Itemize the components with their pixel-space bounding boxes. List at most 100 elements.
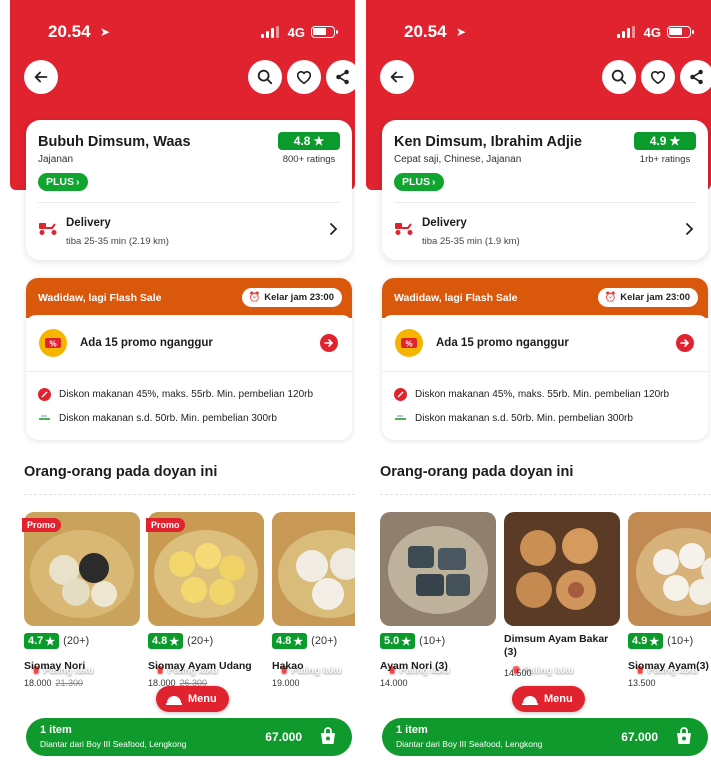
promo-line-2: Diskon makanan s.d. 50rb. Min. pembelian… bbox=[38, 412, 277, 425]
status-time: 20.54 bbox=[48, 22, 91, 41]
restaurant-categories: Cepat saji, Chinese, Jajanan bbox=[394, 154, 522, 165]
restaurant-info-card: Ken Dimsum, Ibrahim Adjie Cepat saji, Ch… bbox=[382, 120, 708, 260]
promo-summary-row[interactable]: % Ada 15 promo nganggur bbox=[26, 315, 352, 372]
food-rating-value: 4.9 bbox=[632, 635, 648, 647]
food-rating-value: 4.8 bbox=[276, 635, 292, 647]
food-card[interactable]: ♛ Paling laku 4.9 ★ (10+) Siomay Ayam(3) 13… bbox=[628, 512, 711, 688]
promo-card: Wadidaw, lagi Flash Sale ⏰ Kelar jam 23:0… bbox=[382, 278, 708, 440]
promo-line-2-text: Diskon makanan s.d. 50rb. Min. pembelian… bbox=[59, 413, 277, 424]
cart-item-count: 1 item bbox=[396, 724, 428, 736]
food-price: 13.500 bbox=[628, 678, 656, 688]
food-rating-value: 4.8 bbox=[152, 635, 168, 647]
restaurant-name: Bubuh Dimsum, Waas bbox=[38, 134, 191, 150]
back-button[interactable] bbox=[380, 60, 414, 94]
heart-icon bbox=[650, 71, 666, 85]
cart-bar[interactable]: 1 item Diantar dari Boy III Seafood, Len… bbox=[26, 718, 352, 756]
restaurant-info-card: Bubuh Dimsum, Waas Jajanan PLUS › 4.8 ★ 8… bbox=[26, 120, 352, 260]
rating-value: 4.9 bbox=[649, 134, 667, 148]
battery-icon bbox=[311, 26, 338, 38]
promo-tag: Promo bbox=[22, 518, 61, 532]
food-name: Ayam Nori (3) bbox=[380, 660, 448, 672]
search-icon bbox=[611, 69, 627, 85]
menu-button-label: Menu bbox=[188, 693, 217, 705]
food-rating: 4.8 ★ (20+) bbox=[148, 633, 213, 649]
food-name: Hakao bbox=[272, 660, 304, 672]
food-card[interactable]: Promo ♛ Paling laku 4.7 ★ (20+) Siomay Nori… bbox=[22, 512, 140, 688]
food-card[interactable]: ♛ Paling laku 4.8 ★ (20+) Hakao 19.000 bbox=[272, 512, 355, 688]
status-time: 20.54 bbox=[404, 22, 447, 41]
flash-sale-label: Wadidaw, lagi Flash Sale bbox=[394, 292, 518, 304]
food-rating-count: (10+) bbox=[419, 635, 446, 647]
location-arrow-icon: ➤ bbox=[100, 25, 111, 39]
discount-badge-icon: % bbox=[39, 329, 67, 357]
heart-icon bbox=[296, 71, 312, 85]
star-icon: ★ bbox=[293, 635, 304, 648]
promo-line-1-text: Diskon makanan 45%, maks. 55rb. Min. pem… bbox=[59, 389, 314, 400]
cart-bar[interactable]: 1 item Diantar dari Boy III Seafood, Len… bbox=[382, 718, 708, 756]
promo-headline: Ada 15 promo nganggur bbox=[436, 337, 569, 349]
food-price: 18.000 21.300 bbox=[24, 678, 83, 688]
food-rating: 4.9 ★ (10+) bbox=[628, 633, 693, 649]
flash-sale-timer: ⏰ Kelar jam 23:00 bbox=[242, 288, 342, 307]
status-bar: 20.54 ➤ 4G bbox=[404, 22, 697, 44]
percent-icon bbox=[38, 388, 51, 401]
food-card[interactable]: ♛ Paling laku Dimsum Ayam Bakar (3) 14.50… bbox=[504, 512, 620, 682]
favorite-button[interactable] bbox=[641, 60, 675, 94]
arrow-right-icon bbox=[676, 334, 694, 352]
promo-card: Wadidaw, lagi Flash Sale ⏰ Kelar jam 23:0… bbox=[26, 278, 352, 440]
food-image bbox=[628, 512, 711, 626]
star-icon: ★ bbox=[401, 635, 412, 648]
signal-icon bbox=[617, 26, 635, 38]
plus-badge[interactable]: PLUS › bbox=[394, 173, 444, 191]
share-button[interactable] bbox=[680, 60, 711, 94]
chevron-right-icon: › bbox=[432, 176, 436, 188]
search-button[interactable] bbox=[602, 60, 636, 94]
back-button[interactable] bbox=[24, 60, 58, 94]
food-card[interactable]: Promo ♛ Paling laku 4.8 ★ (20+) Siomay Ayam… bbox=[146, 512, 264, 688]
timer-icon: ⏰ bbox=[604, 292, 617, 303]
rating-count: 1rb+ ratings bbox=[639, 154, 691, 165]
menu-button[interactable]: Menu bbox=[512, 686, 585, 712]
search-icon bbox=[257, 69, 273, 85]
delivery-title: Delivery bbox=[66, 217, 111, 229]
restaurant-rating: 4.9 ★ 1rb+ ratings bbox=[634, 132, 696, 165]
promo-tag: Promo bbox=[146, 518, 185, 532]
food-rating-value: 5.0 bbox=[384, 635, 400, 647]
battery-icon bbox=[667, 26, 694, 38]
price-current: 14.000 bbox=[380, 678, 408, 688]
search-button[interactable] bbox=[248, 60, 282, 94]
cart-origin: Diantar dari Boy III Seafood, Lengkong bbox=[40, 739, 187, 749]
flash-sale-timer: ⏰ Kelar jam 23:00 bbox=[598, 288, 698, 307]
menu-button[interactable]: Menu bbox=[156, 686, 229, 712]
arrow-left-icon bbox=[390, 71, 404, 83]
share-icon bbox=[336, 69, 349, 85]
favorite-button[interactable] bbox=[287, 60, 321, 94]
food-name: Siomay Ayam(3) bbox=[628, 660, 709, 672]
promo-line-2-text: Diskon makanan s.d. 50rb. Min. pembelian… bbox=[415, 413, 633, 424]
chevron-right-icon bbox=[330, 223, 338, 235]
price-current: 19.000 bbox=[272, 678, 300, 688]
promo-line-1: Diskon makanan 45%, maks. 55rb. Min. pem… bbox=[38, 388, 313, 401]
food-rating: 4.7 ★ (20+) bbox=[24, 633, 89, 649]
food-price: 19.000 bbox=[272, 678, 300, 688]
percent-icon bbox=[394, 388, 407, 401]
food-card[interactable]: ♛ Paling laku 5.0 ★ (10+) Ayam Nori (3) 14.… bbox=[380, 512, 496, 688]
food-rating-count: (10+) bbox=[667, 635, 694, 647]
restaurant-name: Ken Dimsum, Ibrahim Adjie bbox=[394, 134, 582, 150]
network-type: 4G bbox=[287, 25, 305, 40]
plus-label: PLUS bbox=[402, 176, 431, 188]
divider bbox=[394, 202, 696, 203]
promo-line-2: Diskon makanan s.d. 50rb. Min. pembelian… bbox=[394, 412, 633, 425]
promo-headline: Ada 15 promo nganggur bbox=[80, 337, 213, 349]
restaurant-screen-right: 20.54 ➤ 4G Ken Dimsum, Ibrahim Adjie Cep… bbox=[366, 0, 711, 765]
location-arrow-icon: ➤ bbox=[456, 25, 467, 39]
star-icon: ★ bbox=[169, 635, 180, 648]
food-price: 14.000 bbox=[380, 678, 408, 688]
divider bbox=[380, 494, 711, 495]
divider bbox=[38, 202, 340, 203]
chevron-right-icon bbox=[686, 223, 694, 235]
food-rating-count: (20+) bbox=[187, 635, 214, 647]
promo-summary-row[interactable]: % Ada 15 promo nganggur bbox=[382, 315, 708, 372]
plus-badge[interactable]: PLUS › bbox=[38, 173, 88, 191]
share-button[interactable] bbox=[326, 60, 355, 94]
